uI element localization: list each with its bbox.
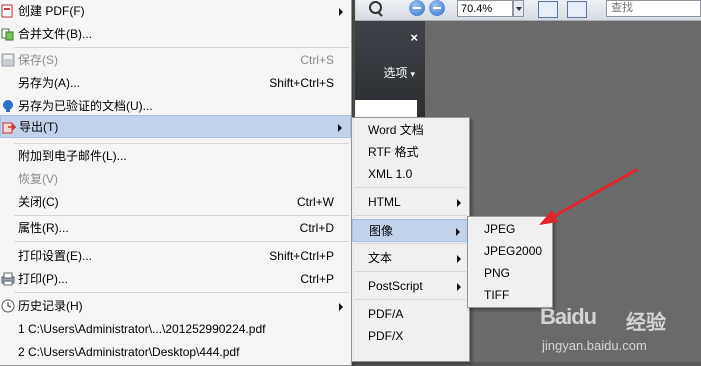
- baidu-logo: Baidu: [540, 304, 597, 329]
- watermark-text: 经验: [626, 312, 666, 334]
- watermark-url: jingyan.baidu.com: [542, 338, 647, 353]
- watermark: Baidu 经验 jingyan.baidu.com: [540, 300, 700, 360]
